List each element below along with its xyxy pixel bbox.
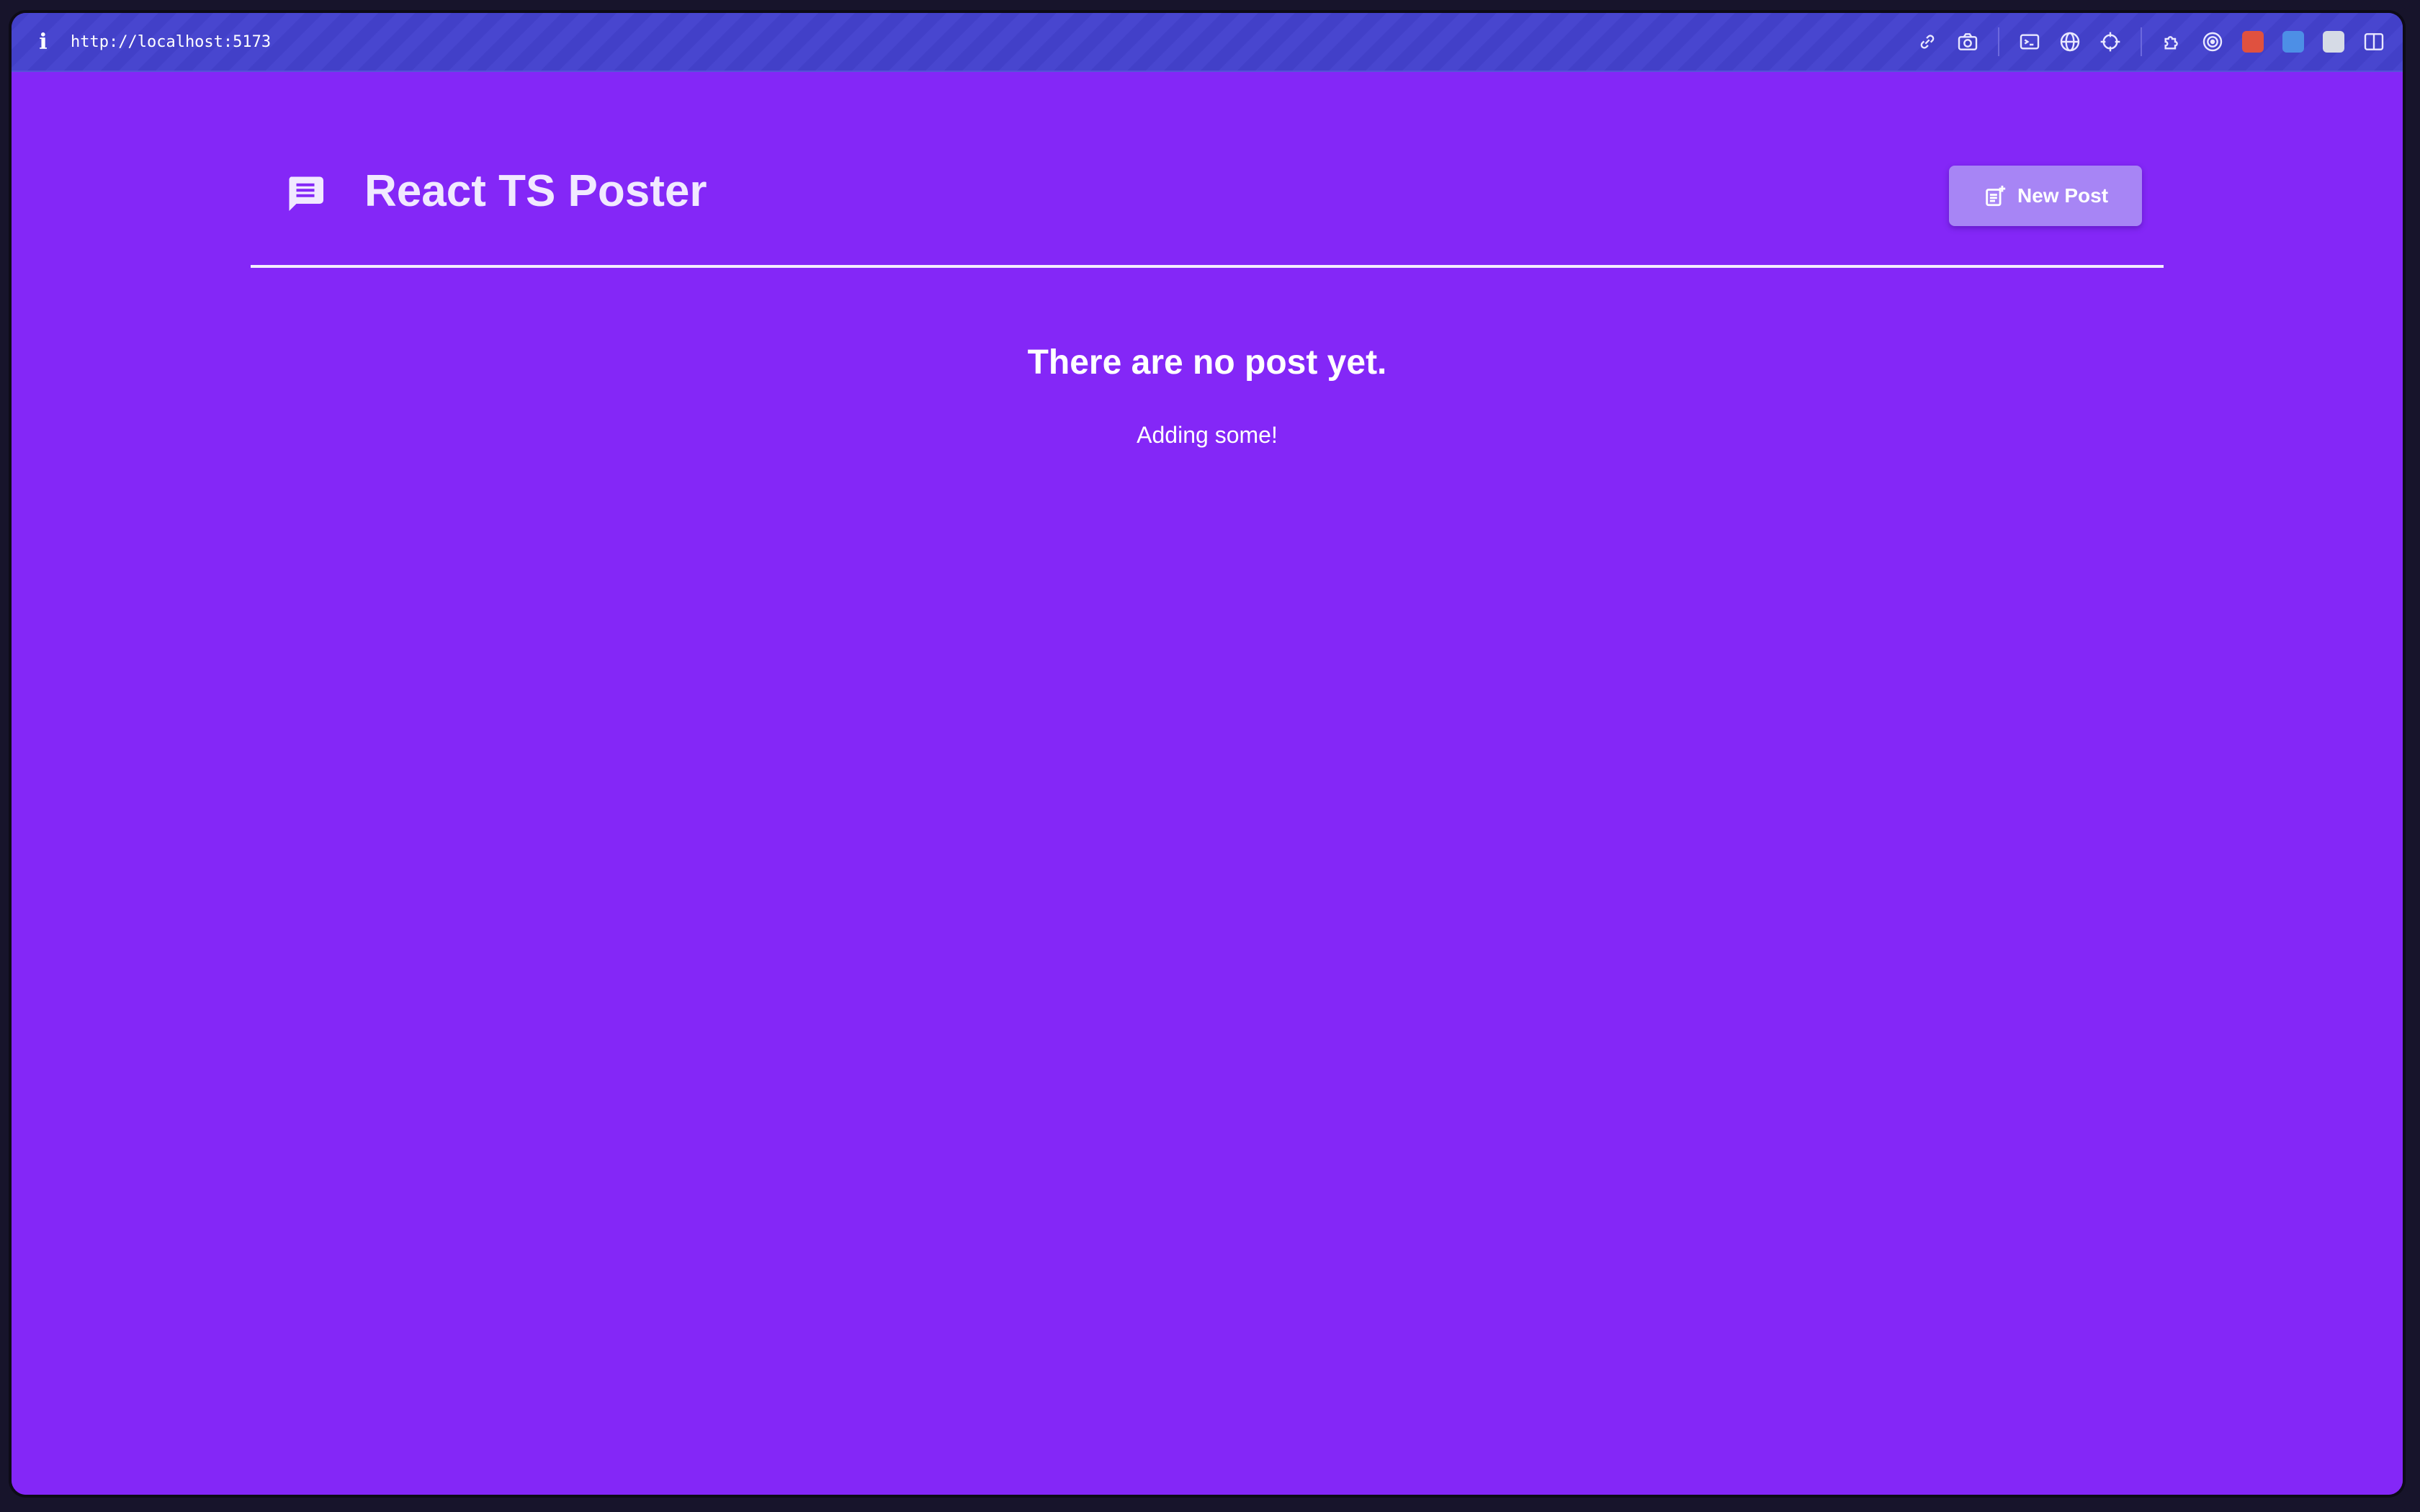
camera-icon[interactable] [1953,27,1982,56]
terminal-icon[interactable] [2015,27,2044,56]
puzzle-icon[interactable] [2158,27,2187,56]
page-content: React TS Poster New Post There are no po… [12,72,2403,1495]
message-icon [289,176,323,211]
extension-icon[interactable] [2238,27,2267,56]
new-post-icon [1986,185,2006,207]
split-view-icon[interactable] [2360,27,2388,56]
new-post-label: New Post [2017,184,2109,207]
globe-icon[interactable] [2056,27,2084,56]
app-title: React TS Poster [364,166,707,216]
new-post-button[interactable]: New Post [1949,166,2142,226]
translate-icon[interactable] [2279,27,2308,56]
toolbar-divider [2141,27,2142,56]
url-text[interactable]: http://localhost:5173 [71,33,271,51]
app-header: React TS Poster New Post [251,144,2164,268]
browser-window: i http://localhost:5173 React TS Poster … [12,13,2403,1495]
info-icon[interactable]: i [29,30,58,55]
extension-icon[interactable] [2319,27,2348,56]
toolbar-divider [1998,27,1999,56]
toolbar [1901,13,2388,71]
address-bar: i http://localhost:5173 [12,13,2403,72]
target-icon[interactable] [2198,27,2227,56]
crosshair-icon[interactable] [2096,27,2125,56]
link-icon[interactable] [1913,27,1942,56]
empty-state-subtitle: Adding some! [1137,422,1278,448]
empty-state-title: There are no post yet. [1027,343,1387,382]
